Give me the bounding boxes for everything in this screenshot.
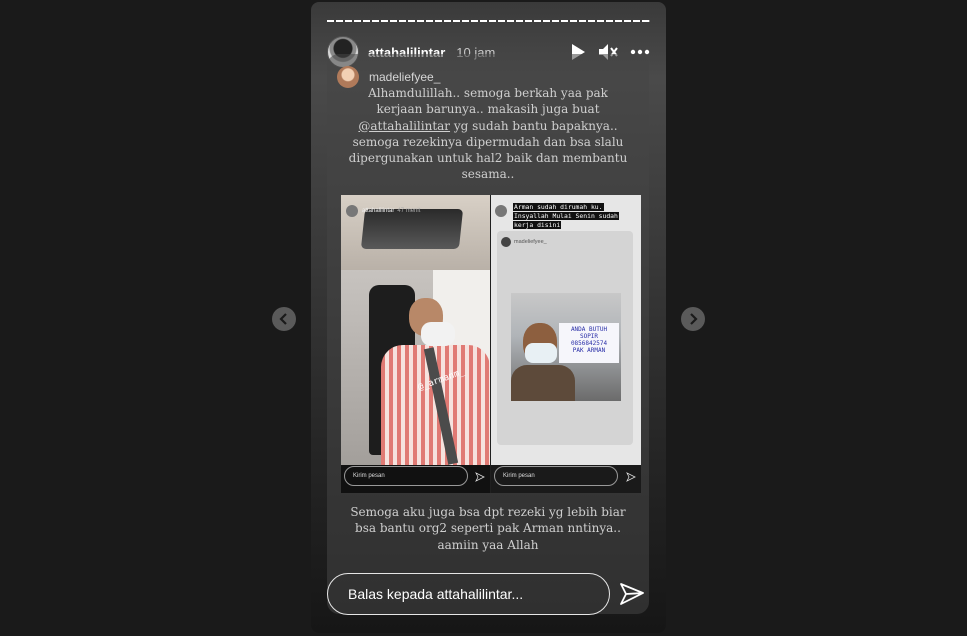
reply-username: madeliefyee_ — [369, 70, 441, 84]
caption-top: Alhamdulillah.. semoga berkah yaa pak ke… — [348, 86, 628, 182]
send-icon[interactable] — [619, 581, 645, 607]
caption-bottom: Semoga aku juga bsa dpt rezeki yg lebih … — [350, 505, 626, 552]
story-viewer: attahalilintar 10 jam madeliefyee_ Alham… — [311, 2, 666, 633]
avatar — [495, 205, 507, 217]
story-progress-bar — [327, 20, 650, 22]
embedded-photo: ANDA BUTUH SOPIR 0856842574 PAK ARMAN — [511, 293, 621, 401]
embedded-message-field: Kirim pesan — [344, 466, 468, 486]
embedded-time: 47 menit — [397, 208, 421, 214]
avatar — [346, 205, 358, 217]
reply-bar: Balas kepada attahalilintar... — [327, 573, 649, 615]
chevron-right-icon[interactable] — [681, 307, 705, 331]
embedded-message-field: Kirim pesan — [494, 466, 618, 486]
chevron-left-icon[interactable] — [272, 307, 296, 331]
embedded-right-pane: Arman sudah dirumah ku. Insyallah Mulai … — [491, 195, 641, 493]
send-icon — [626, 472, 636, 482]
embedded-screenshot: @_armanm_ attahalilintar 47 menit Kirim … — [341, 195, 641, 493]
mention-link[interactable]: @attahalilintar — [358, 119, 450, 133]
embedded-left-pane: @_armanm_ attahalilintar 47 menit Kirim … — [341, 195, 490, 493]
send-icon — [475, 472, 485, 482]
reply-input[interactable]: Balas kepada attahalilintar... — [327, 573, 610, 615]
shared-story-card: madeliefyee_ Alhamdulillah.. semoga berk… — [327, 54, 649, 614]
sign-text: ANDA BUTUH SOPIR 0856842574 PAK ARMAN — [559, 323, 619, 363]
highlight-text: Arman sudah dirumah ku. Insyallah Mulai … — [513, 203, 619, 229]
embedded-username: attahalilintar — [362, 208, 395, 214]
